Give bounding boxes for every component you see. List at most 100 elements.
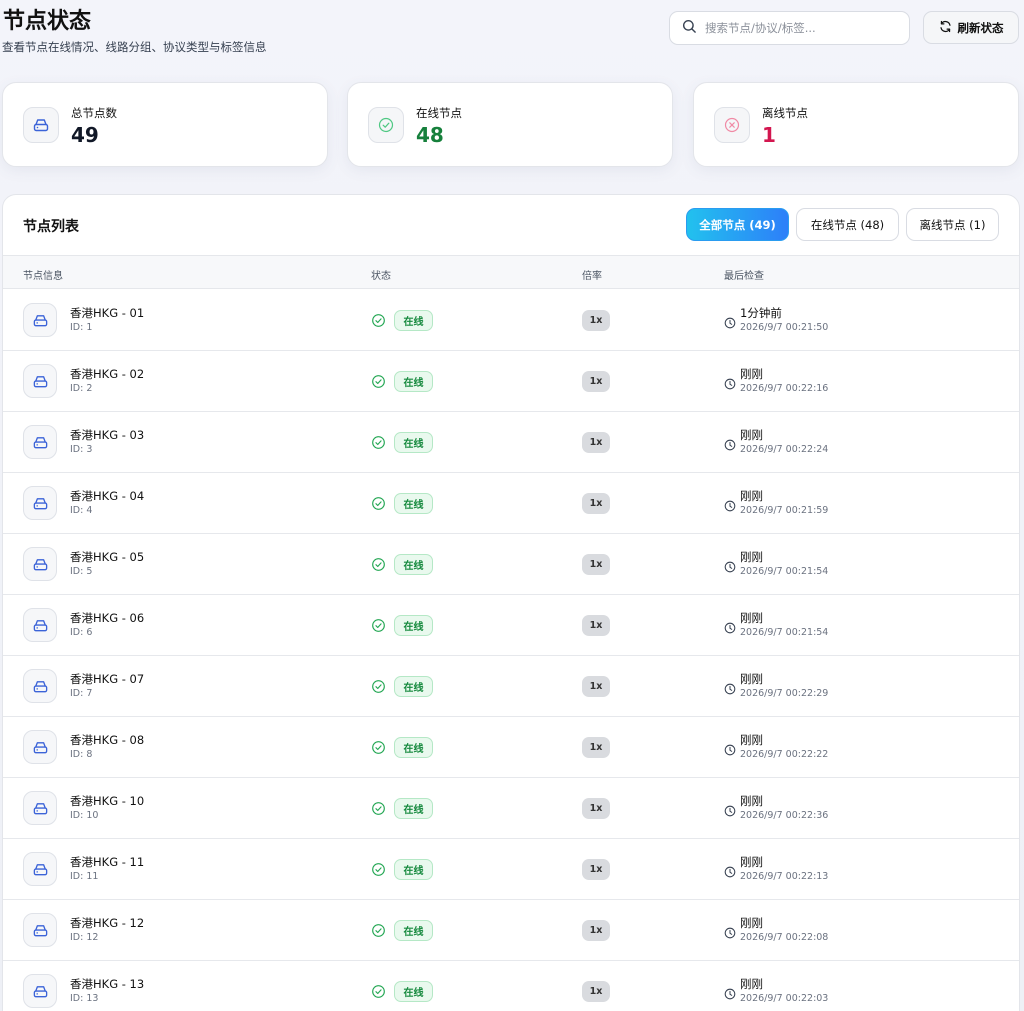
- rate-badge: 1x: [582, 981, 610, 1002]
- status-badge: 在线: [394, 432, 433, 453]
- server-icon: [23, 913, 57, 947]
- last-check-relative: 刚刚: [740, 428, 763, 442]
- node-name: 香港HKG - 08: [70, 733, 145, 747]
- check-circle-icon: [371, 801, 386, 820]
- rate-badge: 1x: [582, 371, 610, 392]
- last-check-time: 2026/9/7 00:22:16: [740, 383, 829, 394]
- last-check-relative: 刚刚: [740, 733, 763, 747]
- server-icon: [23, 107, 59, 143]
- last-check-time: 2026/9/7 00:22:03: [740, 993, 829, 1004]
- last-check-relative: 刚刚: [740, 611, 763, 625]
- clock-icon: [724, 741, 736, 760]
- table-row[interactable]: 香港HKG - 04 ID: 4 在线 1x 刚刚 2026/9/7 00:21:59: [3, 473, 1019, 534]
- node-name: 香港HKG - 03: [70, 428, 145, 442]
- clock-icon: [724, 314, 736, 333]
- clock-icon: [724, 375, 736, 394]
- node-id: ID: 13: [70, 993, 99, 1004]
- check-circle-icon: [371, 679, 386, 698]
- status-badge: 在线: [394, 554, 433, 575]
- last-check-time: 2026/9/7 00:22:22: [740, 749, 829, 760]
- node-id: ID: 8: [70, 749, 93, 760]
- clock-icon: [724, 924, 736, 943]
- clock-icon: [724, 497, 736, 516]
- status-badge: 在线: [394, 615, 433, 636]
- table-row[interactable]: 香港HKG - 05 ID: 5 在线 1x 刚刚 2026/9/7 00:21:54: [3, 534, 1019, 595]
- table-row[interactable]: 香港HKG - 10 ID: 10 在线 1x 刚刚 2026/9/7 00:22:36: [3, 778, 1019, 839]
- table-row[interactable]: 香港HKG - 12 ID: 12 在线 1x 刚刚 2026/9/7 00:22:08: [3, 900, 1019, 961]
- check-circle-icon: [368, 107, 404, 143]
- node-name: 香港HKG - 04: [70, 489, 145, 503]
- stat-label: 离线节点: [762, 106, 808, 120]
- status-badge: 在线: [394, 920, 433, 941]
- table-row[interactable]: 香港HKG - 11 ID: 11 在线 1x 刚刚 2026/9/7 00:22:13: [3, 839, 1019, 900]
- filter-online-button[interactable]: 在线节点 (48): [796, 208, 899, 241]
- clock-icon: [724, 619, 736, 638]
- rate-badge: 1x: [582, 859, 610, 880]
- check-circle-icon: [371, 557, 386, 576]
- clock-icon: [724, 985, 736, 1004]
- refresh-label: 刷新状态: [957, 20, 1004, 35]
- status-badge: 在线: [394, 798, 433, 819]
- table-row[interactable]: 香港HKG - 06 ID: 6 在线 1x 刚刚 2026/9/7 00:21:54: [3, 595, 1019, 656]
- refresh-button[interactable]: 刷新状态: [923, 11, 1019, 44]
- filter-offline-button[interactable]: 离线节点 (1): [906, 208, 999, 241]
- server-icon: [23, 730, 57, 764]
- check-circle-icon: [371, 496, 386, 515]
- column-header-node-info: 节点信息: [23, 271, 63, 282]
- last-check-time: 2026/9/7 00:22:36: [740, 810, 829, 821]
- rate-badge: 1x: [582, 432, 610, 453]
- search-input[interactable]: [705, 21, 895, 35]
- node-id: ID: 1: [70, 322, 93, 333]
- node-id: ID: 12: [70, 932, 99, 943]
- last-check-time: 2026/9/7 00:21:59: [740, 505, 829, 516]
- table-row[interactable]: 香港HKG - 01 ID: 1 在线 1x 1分钟前 2026/9/7 00:21:50: [3, 290, 1019, 351]
- server-icon: [23, 547, 57, 581]
- node-id: ID: 5: [70, 566, 93, 577]
- node-name: 香港HKG - 10: [70, 794, 145, 808]
- table-row[interactable]: 香港HKG - 13 ID: 13 在线 1x 刚刚 2026/9/7 00:22:03: [3, 961, 1019, 1011]
- node-name: 香港HKG - 11: [70, 855, 145, 869]
- status-badge: 在线: [394, 310, 433, 331]
- node-name: 香港HKG - 07: [70, 672, 145, 686]
- node-name: 香港HKG - 05: [70, 550, 145, 564]
- rate-badge: 1x: [582, 615, 610, 636]
- rate-badge: 1x: [582, 676, 610, 697]
- check-circle-icon: [371, 618, 386, 637]
- rate-badge: 1x: [582, 737, 610, 758]
- rate-badge: 1x: [582, 493, 610, 514]
- page-title: 节点状态: [3, 9, 92, 34]
- stat-label: 总节点数: [71, 106, 117, 120]
- node-id: ID: 4: [70, 505, 93, 516]
- check-circle-icon: [371, 740, 386, 759]
- filter-all-button[interactable]: 全部节点 (49): [686, 208, 789, 241]
- table-row[interactable]: 香港HKG - 08 ID: 8 在线 1x 刚刚 2026/9/7 00:22:22: [3, 717, 1019, 778]
- node-id: ID: 6: [70, 627, 93, 638]
- rate-badge: 1x: [582, 554, 610, 575]
- list-title: 节点列表: [23, 219, 79, 235]
- clock-icon: [724, 558, 736, 577]
- server-icon: [23, 303, 57, 337]
- check-circle-icon: [371, 984, 386, 1003]
- last-check-relative: 刚刚: [740, 794, 763, 808]
- check-circle-icon: [371, 313, 386, 332]
- table-row[interactable]: 香港HKG - 03 ID: 3 在线 1x 刚刚 2026/9/7 00:22:24: [3, 412, 1019, 473]
- last-check-relative: 1分钟前: [740, 306, 782, 320]
- node-list-card: 节点列表 全部节点 (49) 在线节点 (48) 离线节点 (1) 节点信息 状…: [2, 194, 1020, 1011]
- rate-badge: 1x: [582, 310, 610, 331]
- column-header-status: 状态: [371, 271, 391, 282]
- table-row[interactable]: 香港HKG - 02 ID: 2 在线 1x 刚刚 2026/9/7 00:22:16: [3, 351, 1019, 412]
- node-name: 香港HKG - 12: [70, 916, 145, 930]
- last-check-relative: 刚刚: [740, 367, 763, 381]
- search-box[interactable]: [669, 11, 910, 45]
- table-header: 节点信息 状态 倍率 最后检查: [3, 255, 1019, 289]
- last-check-relative: 刚刚: [740, 489, 763, 503]
- last-check-time: 2026/9/7 00:21:54: [740, 566, 829, 577]
- clock-icon: [724, 680, 736, 699]
- column-header-last-check: 最后检查: [724, 271, 764, 282]
- rate-badge: 1x: [582, 920, 610, 941]
- table-row[interactable]: 香港HKG - 07 ID: 7 在线 1x 刚刚 2026/9/7 00:22:29: [3, 656, 1019, 717]
- stat-value: 48: [416, 123, 444, 147]
- stat-card-offline: 离线节点 1: [693, 82, 1019, 167]
- server-icon: [23, 974, 57, 1008]
- rate-badge: 1x: [582, 798, 610, 819]
